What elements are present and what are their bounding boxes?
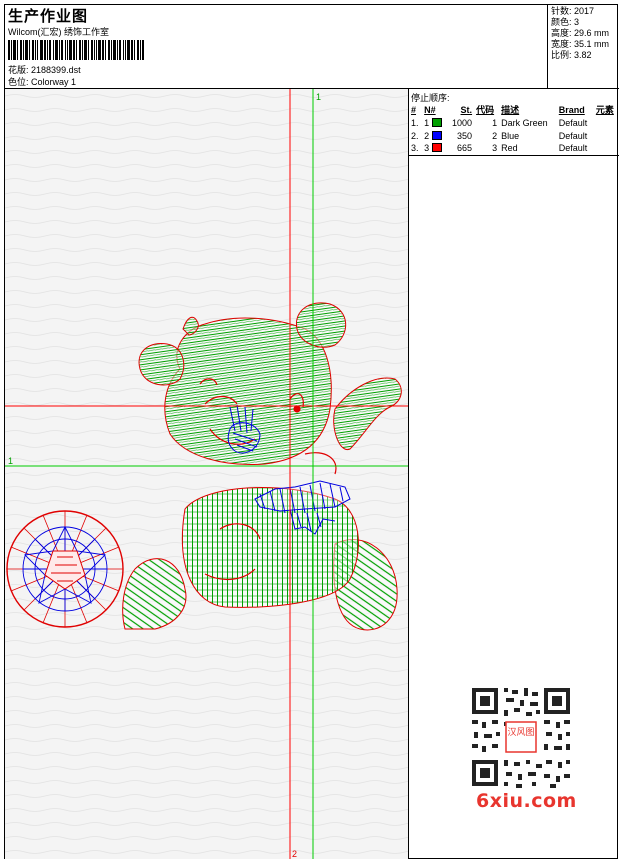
row-brand: Default: [558, 117, 588, 128]
row-index: 2.: [411, 130, 419, 141]
row-index: 1.: [411, 117, 419, 128]
table-row[interactable]: 3. 3 665 3 Red Default: [409, 142, 619, 156]
crosshair-bottom-marker: 2: [292, 849, 297, 859]
embroidery-design: 1 1 2: [5, 89, 408, 859]
row-description: Blue: [501, 130, 520, 141]
row-code: 3: [474, 142, 500, 156]
row-index: 3.: [409, 142, 423, 156]
qr-code-icon: 汉风图: [466, 682, 576, 792]
design-file-name: 2188399.dst: [31, 65, 81, 75]
barcode: [8, 40, 144, 60]
row-element: [594, 116, 619, 129]
row-needle: 3: [422, 142, 447, 156]
col-element: 元素: [595, 105, 614, 115]
table-header-row: # N# St. 代码 描述 Brand 元素: [409, 103, 619, 116]
row-stitches: 665: [446, 142, 475, 156]
design-label: 花版:: [8, 65, 29, 75]
company-name: Wilcom(汇宏) 绣饰工作室: [8, 27, 109, 37]
design-stats: 针数: 2017 颜色: 3 高度: 29.6 mm 宽度: 35.1 mm 比…: [547, 5, 619, 88]
row-element: [593, 142, 619, 156]
crosshair-left-marker: 1: [8, 456, 13, 466]
design-width: 宽度: 35.1 mm: [551, 39, 610, 49]
watermark-text: 6xiu.com: [476, 790, 577, 812]
col-needle: N#: [424, 104, 436, 115]
color-swatch: [431, 117, 442, 127]
row-brand: Default: [556, 142, 594, 156]
embroidery-preview-canvas[interactable]: 1 1 2: [5, 89, 409, 859]
row-code: 2: [492, 130, 498, 141]
page-title: 生产作业图: [8, 8, 89, 25]
row-needle: 2: [422, 129, 447, 142]
qr-code: 汉风图: [466, 682, 576, 792]
row-description: Red: [499, 142, 557, 156]
row-description: Dark Green: [501, 117, 548, 128]
header-info: 生产作业图 Wilcom(汇宏) 绣饰工作室 花版: 2188399.dst 色…: [5, 5, 547, 88]
row-needle: 1: [422, 116, 447, 129]
colorway-label: 色位:: [8, 77, 29, 87]
stitch-count: 针数: 2017: [551, 6, 595, 16]
color-swatch: [431, 130, 442, 140]
scale-ratio: 比例: 3.82: [551, 50, 592, 60]
colorway-row: 色位: Colorway 1: [8, 75, 76, 88]
table-row[interactable]: 1. 1 1000 1 Dark Green Default: [409, 116, 619, 129]
col-brand: Brand: [558, 104, 585, 115]
sheet-header: 生产作业图 Wilcom(汇宏) 绣饰工作室 花版: 2188399.dst 色…: [5, 5, 619, 89]
soccer-ball: [6, 510, 124, 628]
col-index: #: [411, 104, 417, 115]
row-element: [594, 129, 619, 142]
row-brand: Default: [558, 130, 588, 141]
col-description: 描述: [501, 105, 520, 115]
seal-text: 汉风图: [507, 727, 534, 738]
design-height: 高度: 29.6 mm: [551, 28, 610, 38]
col-code: 代码: [476, 105, 495, 115]
row-stitches: 350: [457, 130, 473, 141]
table-row[interactable]: 2. 2 350 2 Blue Default: [409, 129, 619, 142]
colorway-name: Colorway 1: [31, 77, 77, 87]
row-stitches: 1000: [452, 117, 473, 128]
color-count: 颜色: 3: [551, 17, 580, 27]
row-code: 1: [492, 117, 498, 128]
color-swatch: [431, 143, 442, 153]
col-stitches: St.: [460, 104, 473, 115]
crosshair-top-marker: 1: [316, 92, 321, 102]
stop-sequence-table: # N# St. 代码 描述 Brand 元素 1. 1 1000 1 Dark…: [409, 103, 619, 156]
